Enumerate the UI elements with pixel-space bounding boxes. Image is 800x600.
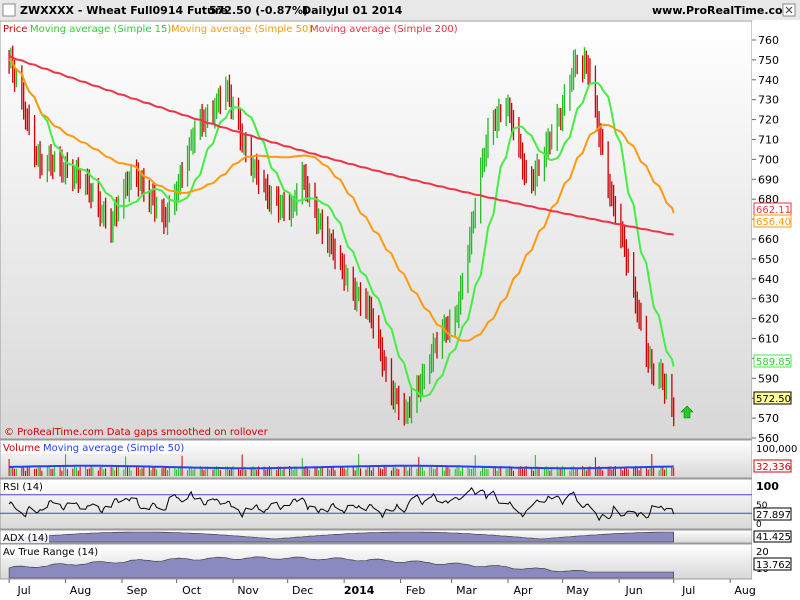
price-tick-label: 720 — [758, 114, 779, 127]
svg-text:589.85: 589.85 — [756, 357, 791, 368]
header-menu-icon[interactable] — [2, 3, 16, 17]
watermark: © ProRealTime.com Data gaps smoothed on … — [4, 427, 269, 438]
svg-text:662.11: 662.11 — [756, 205, 791, 216]
badge-sma200: 662.11 — [753, 202, 792, 216]
legend-volume: Volume — [3, 443, 40, 454]
svg-text:Av True Range (14): Av True Range (14) — [3, 547, 98, 558]
chart-canvas: ZWXXXX - Wheat Full0914 Future 572.50 (-… — [0, 0, 800, 597]
svg-text:27.897: 27.897 — [756, 510, 791, 521]
x-tick-label: Jun — [624, 584, 642, 597]
price-tick-label: 710 — [758, 133, 779, 146]
svg-text:656.40: 656.40 — [756, 217, 791, 228]
price-tick-label: 620 — [758, 313, 779, 326]
price-tick-label: 640 — [758, 273, 779, 286]
legend-price: Price — [3, 24, 27, 35]
header-period: Daily — [302, 4, 333, 17]
price-tick-label: 590 — [758, 372, 779, 385]
rsi-tick-0: 0 — [756, 520, 762, 530]
header-close-icon[interactable] — [782, 3, 796, 17]
legend-sma200: Moving average (Simple 200) — [310, 24, 458, 35]
price-tick-label: 730 — [758, 94, 779, 107]
header-site[interactable]: www.ProRealTime.com — [652, 4, 794, 17]
price-tick-label: 660 — [758, 233, 779, 246]
x-tick-label: Jul — [16, 584, 30, 597]
price-tick-label: 650 — [758, 253, 779, 266]
badge-price: 572.50 — [753, 391, 792, 405]
x-tick-label: Mar — [456, 584, 477, 597]
x-tick-label: Feb — [406, 584, 425, 597]
header-price-change: 572.50 (-0.87%) — [209, 4, 308, 17]
volume-legend: Volume Moving average (Simple 50) — [1, 441, 184, 454]
x-tick-label: Aug — [734, 584, 755, 597]
x-tick-label: 2014 — [344, 584, 375, 597]
x-tick-label: Oct — [182, 584, 202, 597]
badge-atr: 13.762 — [753, 557, 792, 571]
svg-text:13.762: 13.762 — [756, 560, 791, 571]
volume-tick: 100,000 — [756, 444, 797, 455]
price-tick-label: 570 — [758, 412, 779, 425]
x-tick-label: Jul — [681, 584, 695, 597]
legend-volume-ma: Moving average (Simple 50) — [43, 443, 184, 454]
x-tick-label: Sep — [127, 584, 148, 597]
price-tick-label: 700 — [758, 153, 779, 166]
badge-adx: 41.425 — [753, 530, 792, 543]
badge-rsi: 27.897 — [753, 507, 792, 521]
atr-legend: Av True Range (14) — [1, 545, 101, 558]
price-legend: Price Moving average (Simple 15) Moving … — [1, 22, 458, 35]
x-tick-label: Nov — [237, 584, 259, 597]
x-tick-label: Aug — [70, 584, 91, 597]
atr-tick-20: 20 — [756, 547, 769, 558]
x-axis: Jul Aug Sep Oct Nov Dec 2014 Feb Mar Apr May Jun Jul… — [8, 579, 756, 597]
header-symbol: ZWXXXX - Wheat Full0914 Future — [20, 4, 228, 17]
price-tick-label: 740 — [758, 74, 779, 87]
price-tick-label: 610 — [758, 332, 779, 345]
badge-sma15: 589.85 — [753, 354, 792, 368]
price-tick-label: 630 — [758, 293, 779, 306]
svg-text:ADX (14): ADX (14) — [3, 533, 48, 544]
x-tick-label: Apr — [513, 584, 533, 597]
svg-text:RSI (14): RSI (14) — [3, 482, 43, 493]
svg-text:572.50: 572.50 — [756, 394, 791, 405]
price-tick-label: 760 — [758, 34, 779, 47]
rsi-tick-100: 100 — [756, 480, 779, 493]
svg-text:32,336: 32,336 — [756, 462, 791, 473]
svg-text:41.425: 41.425 — [756, 532, 791, 543]
badge-sma50: 656.40 — [753, 214, 792, 228]
header-date: Jul 01 2014 — [332, 4, 403, 17]
adx-legend: ADX (14) — [1, 531, 49, 544]
badge-volume: 32,336 — [753, 459, 792, 473]
legend-sma15: Moving average (Simple 15) — [30, 24, 171, 35]
rsi-legend: RSI (14) — [1, 480, 45, 493]
x-tick-label: Dec — [292, 584, 313, 597]
price-tick-label: 690 — [758, 173, 779, 186]
price-tick-label: 750 — [758, 54, 779, 67]
legend-sma50: Moving average (Simple 50) — [171, 24, 312, 35]
x-tick-label: May — [566, 584, 589, 597]
